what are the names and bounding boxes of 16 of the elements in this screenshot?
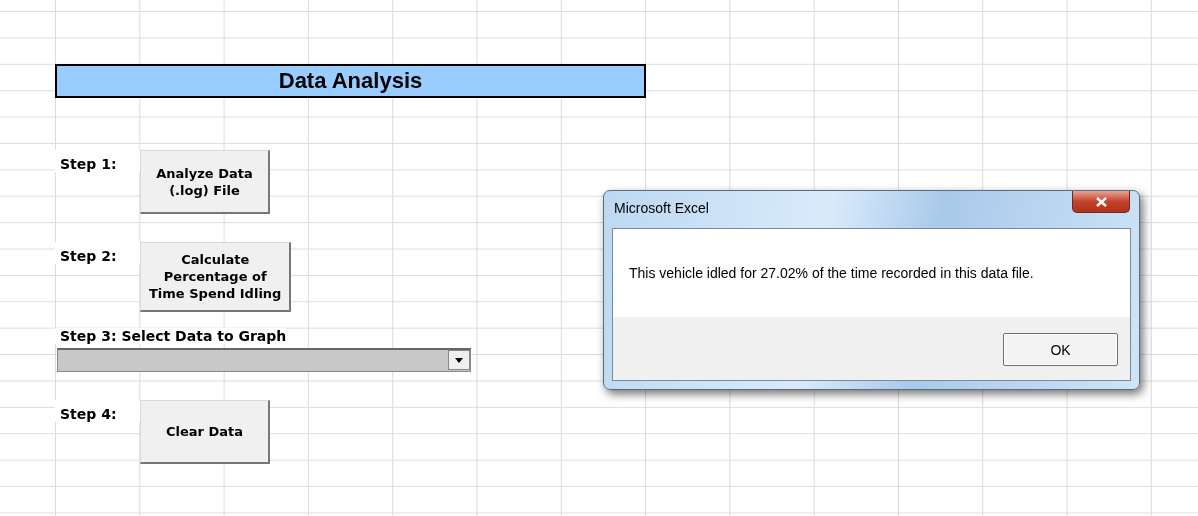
step-label: Step 2: xyxy=(55,242,140,264)
step-label: Step 1: xyxy=(55,150,140,172)
step-label: Step 4: xyxy=(55,400,140,422)
ok-button[interactable]: OK xyxy=(1003,333,1118,366)
caret-icon xyxy=(455,357,463,363)
sheet-title: Data Analysis xyxy=(55,64,646,98)
action-button[interactable]: Analyze Data (.log) File xyxy=(140,150,270,214)
dialog-message: This vehicle idled for 27.02% of the time recorded in this data file. xyxy=(629,265,1035,281)
dropdown-button[interactable] xyxy=(448,350,470,370)
action-button[interactable]: Clear Data xyxy=(140,400,270,464)
window-title: Microsoft Excel xyxy=(614,200,709,218)
close-button[interactable] xyxy=(1072,191,1130,213)
dropdown[interactable] xyxy=(57,348,471,372)
action-button[interactable]: Calculate Percentage of Time Spend Idling xyxy=(140,242,292,312)
step-label: Step 3: Select Data to Graph xyxy=(55,328,287,344)
close-icon xyxy=(1095,196,1107,207)
